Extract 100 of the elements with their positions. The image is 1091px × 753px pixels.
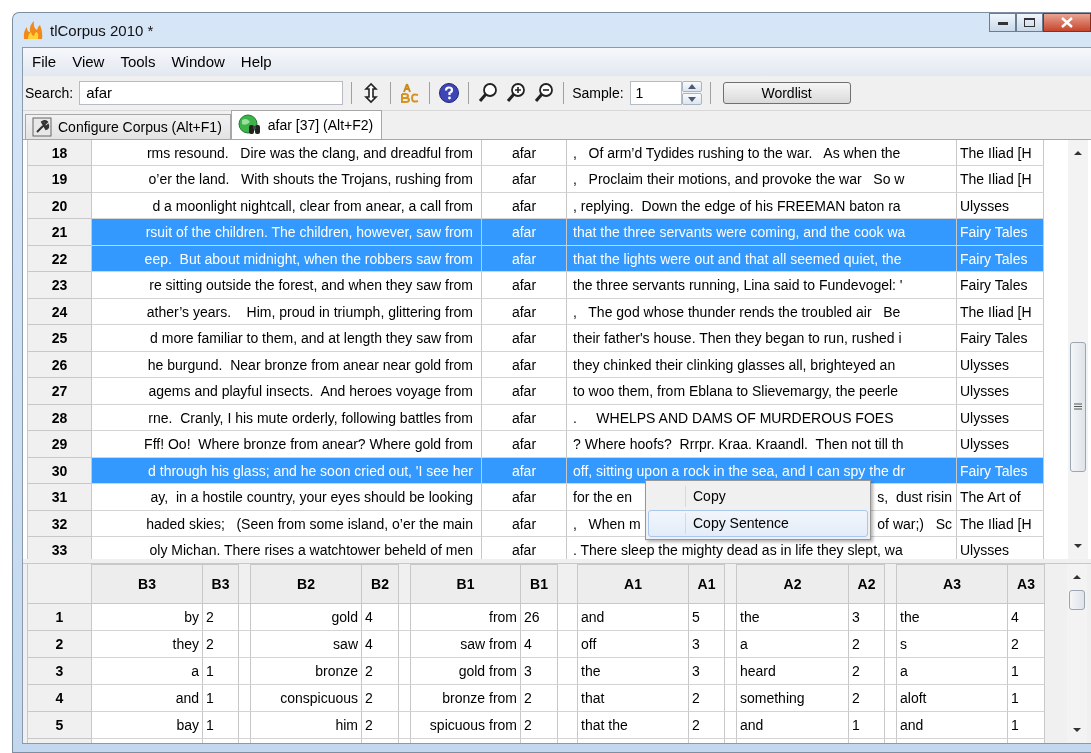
menu-item[interactable]: File <box>25 50 64 74</box>
table-cell: afar <box>482 219 567 246</box>
table-cell: eep. But about midnight, when the robbers saw from <box>92 245 482 273</box>
table-cell: gold from <box>411 657 521 685</box>
table-cell: Ulysses <box>957 378 1044 405</box>
search-field[interactable]: afar <box>79 80 344 105</box>
table-cell: s, dust risin <box>877 489 952 506</box>
table-cell: 4 <box>362 603 399 631</box>
spin-up-button[interactable] <box>681 80 702 93</box>
maximize-button[interactable] <box>1016 13 1043 32</box>
table-cell: o’er the land. With shouts the Trojans, rushing from <box>92 166 482 193</box>
row-number: 25 <box>27 325 92 352</box>
column-header[interactable]: B3 <box>203 563 239 604</box>
down-arrow-icon <box>687 96 696 102</box>
close-button[interactable] <box>1043 13 1091 32</box>
row-number: 1 <box>27 603 92 631</box>
vertical-scrollbar[interactable] <box>1068 139 1088 559</box>
table-cell: ay, in a hostile country, your eyes should be looking <box>92 484 482 511</box>
table-cell: 26 <box>521 603 558 631</box>
row-number: 4 <box>27 684 92 712</box>
table-cell: a <box>897 657 1008 685</box>
table-cell: that the <box>578 711 689 739</box>
menu-item[interactable]: Window <box>164 50 232 74</box>
column-header[interactable]: A3 <box>1008 563 1045 604</box>
table-cell: The Art of <box>957 484 1044 511</box>
search-label: Search: <box>25 84 74 101</box>
table-cell: they <box>92 630 203 658</box>
table-cell: Ulysses <box>957 431 1044 458</box>
table-cell: 1 <box>203 657 239 685</box>
row-number: 20 <box>27 192 92 220</box>
table-cell: The Iliad [H <box>957 298 1044 326</box>
menu-item[interactable]: Copy <box>648 482 868 510</box>
menu-item[interactable]: Tools <box>113 50 163 74</box>
column-header[interactable]: B1 <box>411 563 521 604</box>
column-header[interactable]: B3 <box>92 563 203 604</box>
table-cell: 2 <box>203 630 239 658</box>
table-cell: a <box>737 630 849 658</box>
wordlist-button[interactable]: Wordlist <box>722 81 851 104</box>
table-cell: 3 <box>849 603 885 631</box>
table-cell: Ulysses <box>957 404 1044 432</box>
column-header[interactable]: B1 <box>521 563 558 604</box>
tab[interactable]: Configure Corpus (Alt+F1) <box>25 113 231 139</box>
row-number: 30 <box>27 457 92 485</box>
table-cell: d through his glass; and he soon cried out, 'I see her <box>92 457 482 485</box>
table-cell: 2 <box>362 684 399 712</box>
column-header[interactable]: A3 <box>897 563 1008 604</box>
table-cell: 5 <box>689 603 725 631</box>
help-icon[interactable] <box>438 81 461 104</box>
column-header[interactable]: B2 <box>251 563 362 604</box>
table-cell: 2 <box>1008 630 1045 658</box>
zoom-in-icon[interactable] <box>505 81 528 104</box>
table-cell: 1 <box>1008 657 1045 685</box>
column-header[interactable]: B2 <box>362 563 399 604</box>
column-header[interactable]: A2 <box>849 563 885 604</box>
column-header[interactable]: A1 <box>578 563 689 604</box>
table-cell: spicuous from <box>411 711 521 739</box>
menu-item[interactable]: Copy Sentence <box>648 509 868 537</box>
table-cell: Ulysses <box>957 351 1044 379</box>
table-cell: that <box>578 684 689 712</box>
table-cell: afar <box>482 272 567 299</box>
menu-item[interactable]: View <box>65 50 112 74</box>
table-cell: and <box>92 684 203 712</box>
globe-binoculars-icon <box>237 113 262 136</box>
table-cell: saw <box>251 630 362 658</box>
menu-item[interactable]: Help <box>233 50 279 74</box>
row-number: 19 <box>27 166 92 193</box>
spin-down-button[interactable] <box>681 93 702 105</box>
table-cell: 2 <box>521 684 558 712</box>
row-number: 5 <box>27 711 92 739</box>
table-cell: Fairy Tales <box>957 245 1044 273</box>
table-cell: bronze from <box>411 684 521 712</box>
row-number: 28 <box>27 404 92 432</box>
flame-icon <box>22 20 44 40</box>
row-number: 32 <box>27 510 92 538</box>
search-icon[interactable] <box>477 81 500 104</box>
minimize-button[interactable] <box>989 13 1016 32</box>
table-cell: ? Where hoofs? Rrrpr. Kraa. Kraandl. Then not till th <box>567 431 957 458</box>
sample-field[interactable]: 1 <box>629 80 682 105</box>
zoom-out-icon[interactable] <box>533 81 556 104</box>
table-cell: of war;) Sc <box>877 515 952 532</box>
table-cell: Fairy Tales <box>957 272 1044 299</box>
table-cell: The Iliad [H <box>957 139 1044 167</box>
column-header[interactable]: A2 <box>737 563 849 604</box>
row-number: 2 <box>27 630 92 658</box>
table-cell: Fairy Tales <box>957 325 1044 352</box>
table-cell: Fairy Tales <box>957 219 1044 246</box>
table-cell: by <box>92 603 203 631</box>
table-cell: bronze <box>251 657 362 685</box>
tab[interactable]: afar [37] (Alt+F2) <box>230 109 383 139</box>
table-cell: 3 <box>689 630 725 658</box>
row-number: 31 <box>27 484 92 511</box>
row-number: 33 <box>27 537 92 559</box>
row-number: 29 <box>27 431 92 458</box>
table-cell: , The god whose thunder rends the troubled air Be <box>567 298 957 326</box>
table-cell: 2 <box>689 711 725 739</box>
table-cell: 4 <box>362 630 399 658</box>
scrollbar-thumb[interactable] <box>1069 589 1085 610</box>
column-header[interactable]: A1 <box>689 563 725 604</box>
scrollbar-thumb[interactable] <box>1070 341 1086 472</box>
table-cell: afar <box>482 457 567 485</box>
